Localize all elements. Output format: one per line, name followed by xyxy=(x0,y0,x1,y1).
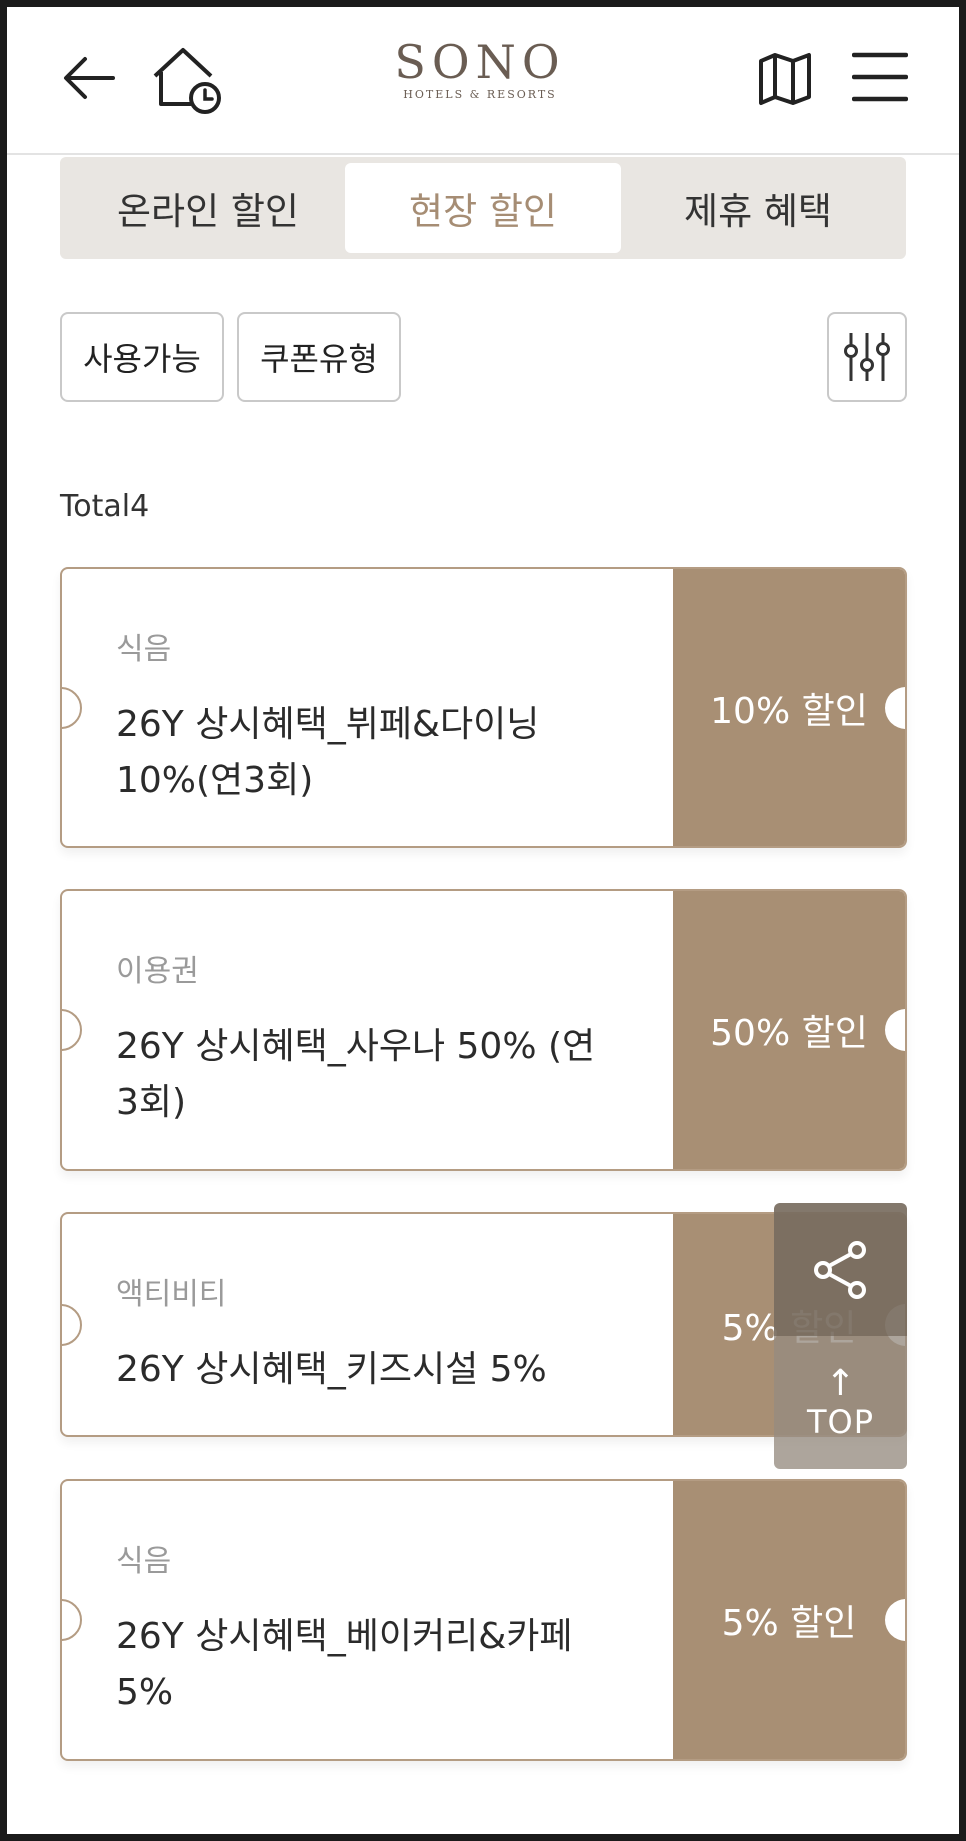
coupon-name: 26Y 상시혜택_뷔페&다이닝 10%(연3회) xyxy=(116,704,540,801)
ticket-notch xyxy=(62,1304,82,1346)
discount-tabs: 온라인 할인 현장 할인 제휴 혜택 xyxy=(60,157,906,259)
coupon-discount-panel: 10% 할인 xyxy=(673,569,905,846)
coupon-discount: 5% 할인 xyxy=(721,1603,857,1644)
map-button[interactable] xyxy=(754,47,816,111)
coupon-category: 이용권 xyxy=(116,954,199,989)
filter-settings-button[interactable] xyxy=(827,312,907,402)
coupon-name: 26Y 상시혜택_키즈시설 5% xyxy=(116,1349,547,1390)
sliders-icon xyxy=(844,333,890,381)
arrow-left-icon xyxy=(64,57,115,99)
coupon-discount: 50% 할인 xyxy=(710,1013,868,1054)
coupon-discount-panel: 50% 할인 xyxy=(673,891,905,1169)
coupon-name: 26Y 상시혜택_사우나 50% (연3회) xyxy=(116,1026,596,1123)
share-icon xyxy=(813,1240,866,1299)
arrow-up-icon: ↑ xyxy=(825,1362,856,1404)
home-clock-icon xyxy=(153,48,221,114)
coupon-type-filter-button[interactable]: 쿠폰유형 xyxy=(237,312,401,402)
menu-icon xyxy=(852,52,908,102)
coupon-card[interactable]: 식음 26Y 상시혜택_베이커리&카페 5% 5% 할인 xyxy=(60,1479,907,1761)
coupon-discount: 10% 할인 xyxy=(710,690,868,732)
top-label: TOP xyxy=(806,1402,875,1441)
top-header: SONO HOTELS & RESORTS xyxy=(7,7,959,155)
coupon-card[interactable]: 식음 26Y 상시혜택_뷔페&다이닝 10%(연3회) 10% 할인 xyxy=(60,567,907,848)
coupon-discount-panel: 5% 할인 xyxy=(673,1481,905,1759)
tab-online-discount[interactable]: 온라인 할인 xyxy=(70,163,346,253)
ticket-notch xyxy=(62,1009,82,1051)
logo-sub-text: HOTELS & RESORTS xyxy=(403,88,557,101)
back-button[interactable] xyxy=(59,45,119,111)
available-filter-button[interactable]: 사용가능 xyxy=(60,312,224,402)
total-label: Total xyxy=(60,489,131,524)
ticket-notch xyxy=(62,1599,82,1641)
total-count: Total 4 xyxy=(60,489,149,524)
coupon-card[interactable]: 이용권 26Y 상시혜택_사우나 50% (연3회) 50% 할인 xyxy=(60,889,907,1171)
coupon-category: 식음 xyxy=(116,632,172,667)
coupon-category: 식음 xyxy=(116,1544,172,1579)
tab-onsite-discount[interactable]: 현장 할인 xyxy=(345,163,621,253)
share-button[interactable] xyxy=(774,1203,907,1336)
menu-button[interactable] xyxy=(849,47,911,107)
app-screen: SONO HOTELS & RESORTS 온라인 할인 현장 할인 제휴 혜택… xyxy=(7,7,959,1834)
coupon-category: 액티비티 xyxy=(116,1277,227,1312)
logo-main-text: SONO xyxy=(394,35,566,89)
scroll-top-button[interactable]: ↑ TOP xyxy=(774,1336,907,1469)
recent-viewed-button[interactable] xyxy=(147,41,227,115)
sono-logo[interactable]: SONO HOTELS & RESORTS xyxy=(385,37,575,123)
coupon-name: 26Y 상시혜택_베이커리&카페 5% xyxy=(116,1616,573,1713)
map-icon xyxy=(759,53,811,105)
total-number: 4 xyxy=(130,489,150,524)
ticket-notch xyxy=(62,687,82,729)
tab-partner-benefit[interactable]: 제휴 혜택 xyxy=(620,163,896,253)
